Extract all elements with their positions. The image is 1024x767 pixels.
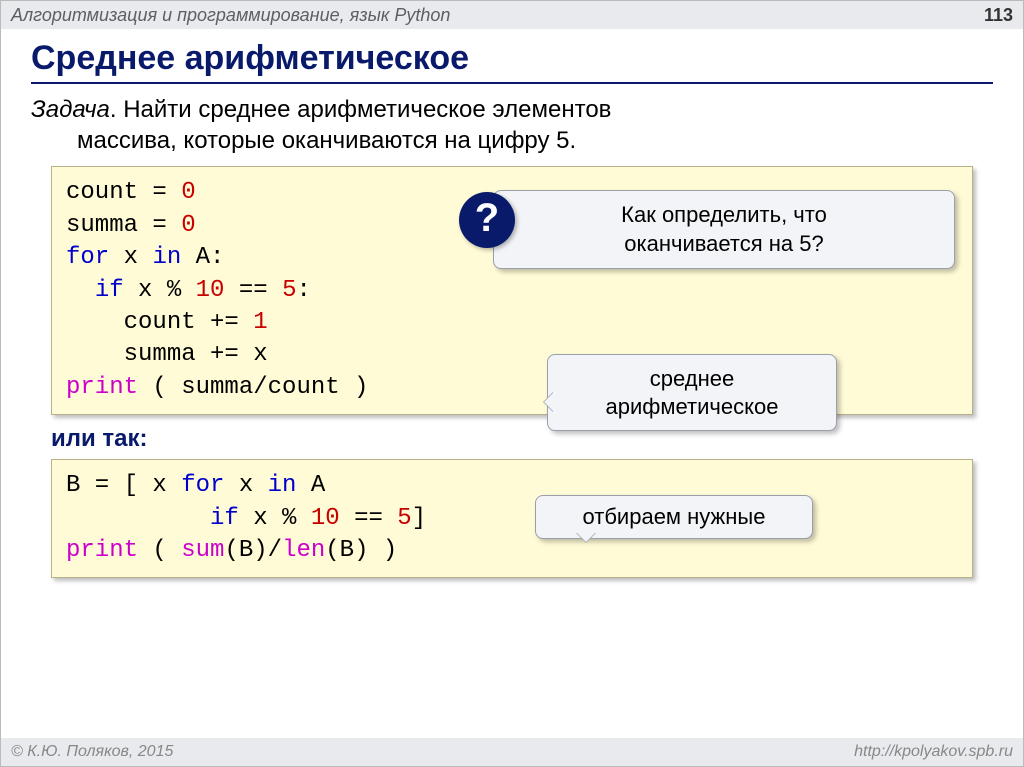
header-bar: Алгоритмизация и программирование, язык … <box>1 1 1023 29</box>
callout-question: Как определить, что оканчивается на 5? <box>493 190 955 269</box>
header-subject: Алгоритмизация и программирование, язык … <box>11 5 450 25</box>
slide: Алгоритмизация и программирование, язык … <box>0 0 1024 767</box>
callout-average: среднее арифметическое <box>547 354 837 431</box>
page-number: 113 <box>984 1 1013 29</box>
task-label: Задача <box>31 96 110 123</box>
task-line2: массива, которые оканчиваются на цифру 5… <box>31 125 993 156</box>
task-text: Задача. Найти среднее арифметическое эле… <box>31 94 993 156</box>
callout3-text: отбираем нужные <box>583 504 766 529</box>
question-mark-icon: ? <box>459 192 515 248</box>
content: Среднее арифметическое Задача. Найти сре… <box>1 29 1023 578</box>
or-label: или так: <box>51 425 993 453</box>
footer-right: http://kpolyakov.spb.ru <box>854 738 1013 766</box>
task-line1: . Найти среднее арифметическое элементов <box>110 96 612 123</box>
callout1-line2: оканчивается на 5? <box>624 231 823 256</box>
slide-title: Среднее арифметическое <box>31 39 993 84</box>
code-block-2: B = [ x for x in A if x % 10 == 5] print… <box>51 459 973 578</box>
callout2-line2: арифметическое <box>606 394 779 419</box>
footer-left: © К.Ю. Поляков, 2015 <box>11 743 173 760</box>
callout-filter: отбираем нужные <box>535 495 813 539</box>
callout1-line1: Как определить, что <box>621 202 827 227</box>
callout2-line1: среднее <box>650 366 734 391</box>
footer: © К.Ю. Поляков, 2015 http://kpolyakov.sp… <box>1 738 1023 766</box>
